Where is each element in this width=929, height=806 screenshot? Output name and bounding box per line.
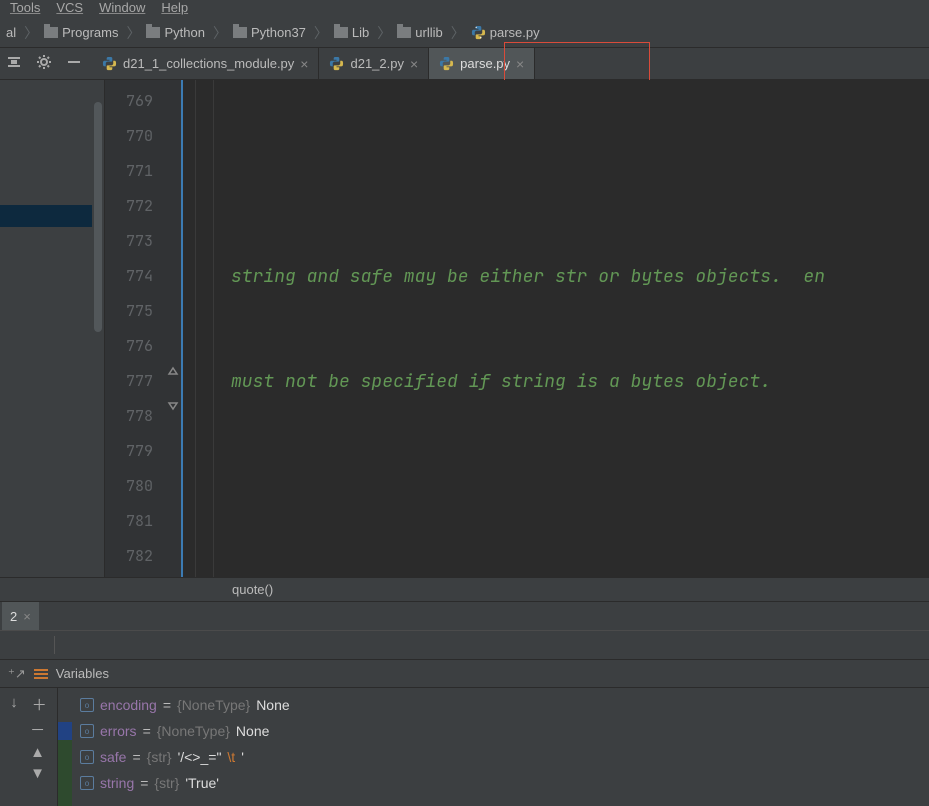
- chevron-right-icon: 〉: [213, 23, 227, 43]
- gear-icon[interactable]: [36, 54, 52, 73]
- menu-window[interactable]: Window: [99, 0, 145, 15]
- editor-tabbar: d21_1_collections_module.py × d21_2.py ×…: [0, 48, 929, 80]
- move-down-button[interactable]: ▼: [30, 765, 45, 782]
- remove-button[interactable]: －: [30, 719, 45, 740]
- fold-end-icon[interactable]: [166, 364, 180, 378]
- view-mode-icon[interactable]: [34, 669, 48, 679]
- collapse-icon[interactable]: [66, 54, 82, 73]
- python-file-icon: [439, 56, 454, 71]
- menu-tools[interactable]: Tools: [10, 0, 40, 15]
- add-button[interactable]: ＋: [32, 694, 47, 715]
- folder-icon: [146, 27, 160, 38]
- object-icon: o: [80, 724, 94, 738]
- project-panel-stub[interactable]: [0, 80, 105, 577]
- python-file-icon: [329, 56, 344, 71]
- chevron-right-icon: 〉: [314, 23, 328, 43]
- breadcrumb-item[interactable]: Python: [142, 25, 210, 40]
- tab-file-2[interactable]: parse.py ×: [429, 48, 535, 79]
- breadcrumb-item[interactable]: parse.py: [467, 25, 546, 40]
- variables-label: Variables: [56, 666, 109, 681]
- menu-help[interactable]: Help: [161, 0, 188, 15]
- debug-stepper-tools: ↓＋ .－ .▲ .▼: [0, 688, 58, 806]
- debug-session-tab[interactable]: 2×: [2, 602, 39, 630]
- variable-row[interactable]: oerrors={NoneType}None: [80, 718, 929, 744]
- variable-row[interactable]: osafe={str}'/<>_=" \t': [80, 744, 929, 770]
- debugger-panel: 2× ⁺↗ Variables ↓＋ .－ .▲ .▼: [0, 601, 929, 806]
- folder-icon: [233, 27, 247, 38]
- breadcrumb-context: quote(): [0, 577, 929, 601]
- chevron-right-icon: 〉: [126, 23, 140, 43]
- breadcrumb: al 〉 Programs 〉 Python 〉 Python37 〉 Lib …: [0, 18, 929, 48]
- breadcrumb-item[interactable]: urllib: [393, 25, 448, 40]
- code-editor[interactable]: 7697707717727737747757767777787797807817…: [105, 80, 929, 577]
- object-icon: o: [80, 776, 94, 790]
- python-file-icon: [471, 25, 486, 40]
- debug-toolbar: [0, 630, 929, 660]
- chevron-right-icon: 〉: [24, 23, 38, 43]
- fold-gutter[interactable]: [163, 80, 183, 577]
- breadcrumb-item[interactable]: al: [2, 25, 22, 40]
- close-icon[interactable]: ×: [516, 56, 524, 72]
- folder-icon: [334, 27, 348, 38]
- folder-icon: [397, 27, 411, 38]
- breadcrumb-item[interactable]: Python37: [229, 25, 312, 40]
- close-icon[interactable]: ×: [300, 56, 308, 72]
- fold-start-icon[interactable]: [166, 399, 180, 413]
- scrollbar-thumb[interactable]: [94, 102, 102, 332]
- indent-guides: [183, 80, 225, 577]
- folder-icon: [44, 27, 58, 38]
- prev-frame-button[interactable]: ↓: [10, 694, 18, 715]
- chevron-right-icon: 〉: [377, 23, 391, 43]
- object-icon: o: [80, 698, 94, 712]
- close-icon[interactable]: ×: [410, 56, 418, 72]
- frames-strip: [58, 688, 72, 806]
- breadcrumb-item[interactable]: Lib: [330, 25, 375, 40]
- new-watch-icon[interactable]: ⁺↗: [8, 666, 26, 682]
- menu-vcs[interactable]: VCS: [56, 0, 83, 15]
- variable-row[interactable]: oencoding={NoneType}None: [80, 692, 929, 718]
- pin-tab-icon[interactable]: [6, 54, 22, 73]
- chevron-right-icon: 〉: [451, 23, 465, 43]
- object-icon: o: [80, 750, 94, 764]
- move-up-button[interactable]: ▲: [30, 744, 45, 761]
- python-file-icon: [102, 56, 117, 71]
- variable-row[interactable]: ostring={str}'True': [80, 770, 929, 796]
- menubar: Tools VCS Window Help: [0, 0, 929, 18]
- line-number-gutter: 7697707717727737747757767777787797807817…: [105, 80, 163, 577]
- variables-header: ⁺↗ Variables: [0, 660, 929, 688]
- variables-list[interactable]: oencoding={NoneType}None oerrors={NoneTy…: [72, 688, 929, 806]
- tab-file-1[interactable]: d21_2.py ×: [319, 48, 429, 79]
- tab-file-0[interactable]: d21_1_collections_module.py ×: [92, 48, 319, 79]
- close-icon[interactable]: ×: [23, 609, 31, 624]
- breadcrumb-item[interactable]: Programs: [40, 25, 124, 40]
